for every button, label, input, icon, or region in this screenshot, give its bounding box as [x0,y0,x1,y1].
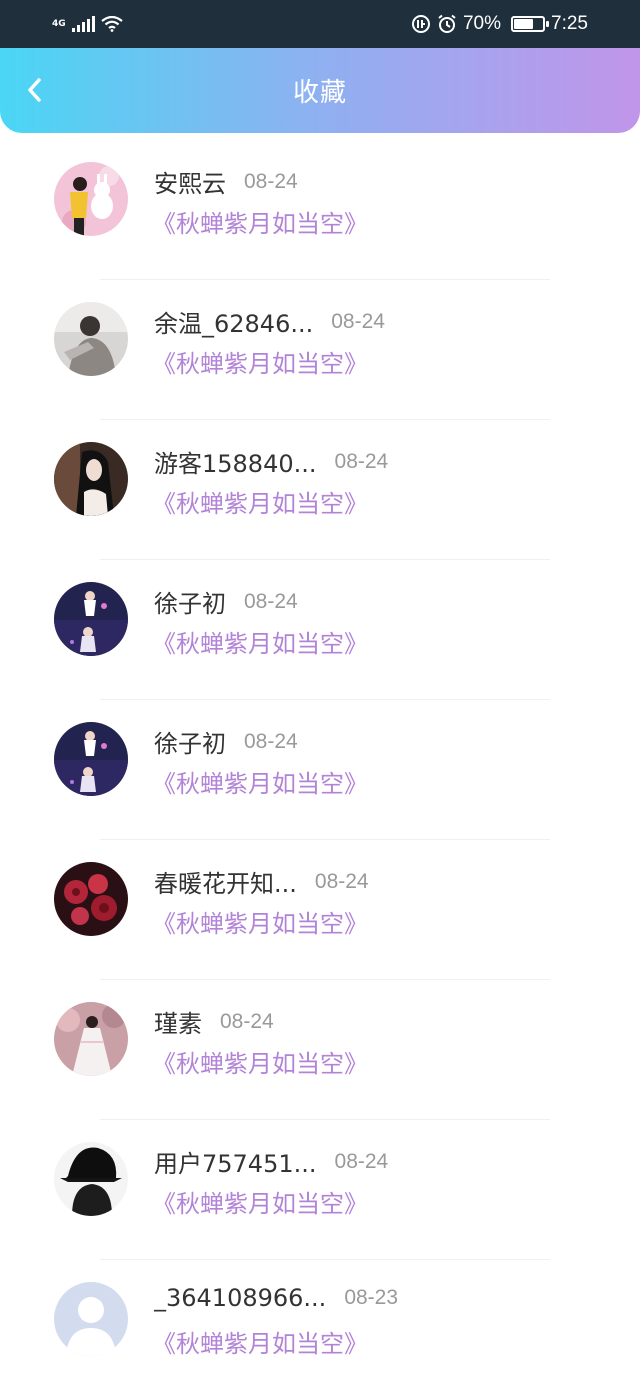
page-title: 收藏 [292,78,347,108]
user-name: _364108966... [154,1284,327,1312]
list-item[interactable]: 瑾素 08-24 《秋蝉紫月如当空》 [0,980,640,1120]
user-name: 余温_62846... [154,310,314,338]
user-name: 春暖花开知... [154,870,297,898]
name-line: 春暖花开知... 08-24 [154,864,369,899]
novel-title[interactable]: 《秋蝉紫月如当空》 [152,344,368,379]
favorite-date: 08-24 [244,589,298,613]
battery-percent: 70% [462,13,502,34]
wifi-icon [100,16,123,32]
default-avatar-icon[interactable] [54,1282,128,1356]
data-saver-icon [411,15,430,33]
list-item[interactable]: 春暖花开知... 08-24 《秋蝉紫月如当空》 [0,840,640,980]
novel-title[interactable]: 《秋蝉紫月如当空》 [152,1324,368,1359]
user-name: 徐子初 [154,590,226,618]
novel-title[interactable]: 《秋蝉紫月如当空》 [152,1044,368,1079]
favorite-date: 08-24 [220,1009,274,1033]
favorite-date: 08-24 [314,869,369,893]
user-name: 用户757451... [154,1150,317,1178]
name-line: 瑾素 08-24 [154,1004,274,1039]
signal-icon [71,16,95,32]
avatar[interactable] [54,582,128,656]
name-line: 余温_62846... 08-24 [154,304,385,339]
list-item[interactable]: 游客158840... 08-24 《秋蝉紫月如当空》 [0,420,640,560]
favorite-date: 08-24 [334,449,389,473]
list-item[interactable]: 用户757451... 08-24 《秋蝉紫月如当空》 [0,1120,640,1260]
avatar[interactable] [54,302,128,376]
novel-title[interactable]: 《秋蝉紫月如当空》 [152,764,368,799]
user-name: 徐子初 [154,730,226,758]
novel-title[interactable]: 《秋蝉紫月如当空》 [152,904,368,939]
network-label: 4G [52,18,66,29]
favorite-date: 08-24 [244,169,298,193]
status-right: 70% 7:25 [411,13,588,35]
name-line: _364108966... 08-23 [154,1284,398,1312]
status-bar: 4G 70% 7:25 [0,0,640,48]
avatar[interactable] [54,862,128,936]
battery-icon [511,16,550,32]
user-name: 游客158840... [154,450,317,478]
list-item[interactable]: 安熙云 08-24 《秋蝉紫月如当空》 [0,140,640,280]
avatar[interactable] [54,722,128,796]
back-button[interactable] [14,70,54,110]
name-line: 安熙云 08-24 [154,164,298,199]
status-left: 4G [52,16,123,32]
avatar[interactable] [54,1142,128,1216]
avatar[interactable] [54,1002,128,1076]
favorites-list: 安熙云 08-24 《秋蝉紫月如当空》 余温_62846... 08-24 《秋… [0,140,640,1387]
favorite-date: 08-23 [344,1286,399,1309]
name-line: 徐子初 08-24 [154,584,298,619]
chevron-left-icon [28,78,41,102]
novel-title[interactable]: 《秋蝉紫月如当空》 [152,1184,368,1219]
favorite-date: 08-24 [244,729,298,753]
avatar[interactable] [54,162,128,236]
list-item[interactable]: 徐子初 08-24 《秋蝉紫月如当空》 [0,560,640,700]
alarm-icon [438,14,456,33]
clock: 7:25 [551,13,588,34]
favorite-date: 08-24 [334,1149,389,1173]
app-header: 收藏 [0,48,640,133]
list-item[interactable]: _364108966... 08-23 《秋蝉紫月如当空》 [0,1260,640,1387]
avatar[interactable] [54,442,128,516]
list-item[interactable]: 徐子初 08-24 《秋蝉紫月如当空》 [0,700,640,840]
favorite-date: 08-24 [331,309,385,333]
novel-title[interactable]: 《秋蝉紫月如当空》 [152,204,368,239]
user-name: 安熙云 [154,170,226,198]
list-item[interactable]: 余温_62846... 08-24 《秋蝉紫月如当空》 [0,280,640,420]
novel-title[interactable]: 《秋蝉紫月如当空》 [152,484,368,519]
user-name: 瑾素 [154,1010,202,1038]
novel-title[interactable]: 《秋蝉紫月如当空》 [152,624,368,659]
name-line: 游客158840... 08-24 [154,444,388,479]
name-line: 用户757451... 08-24 [154,1144,388,1179]
name-line: 徐子初 08-24 [154,724,298,759]
